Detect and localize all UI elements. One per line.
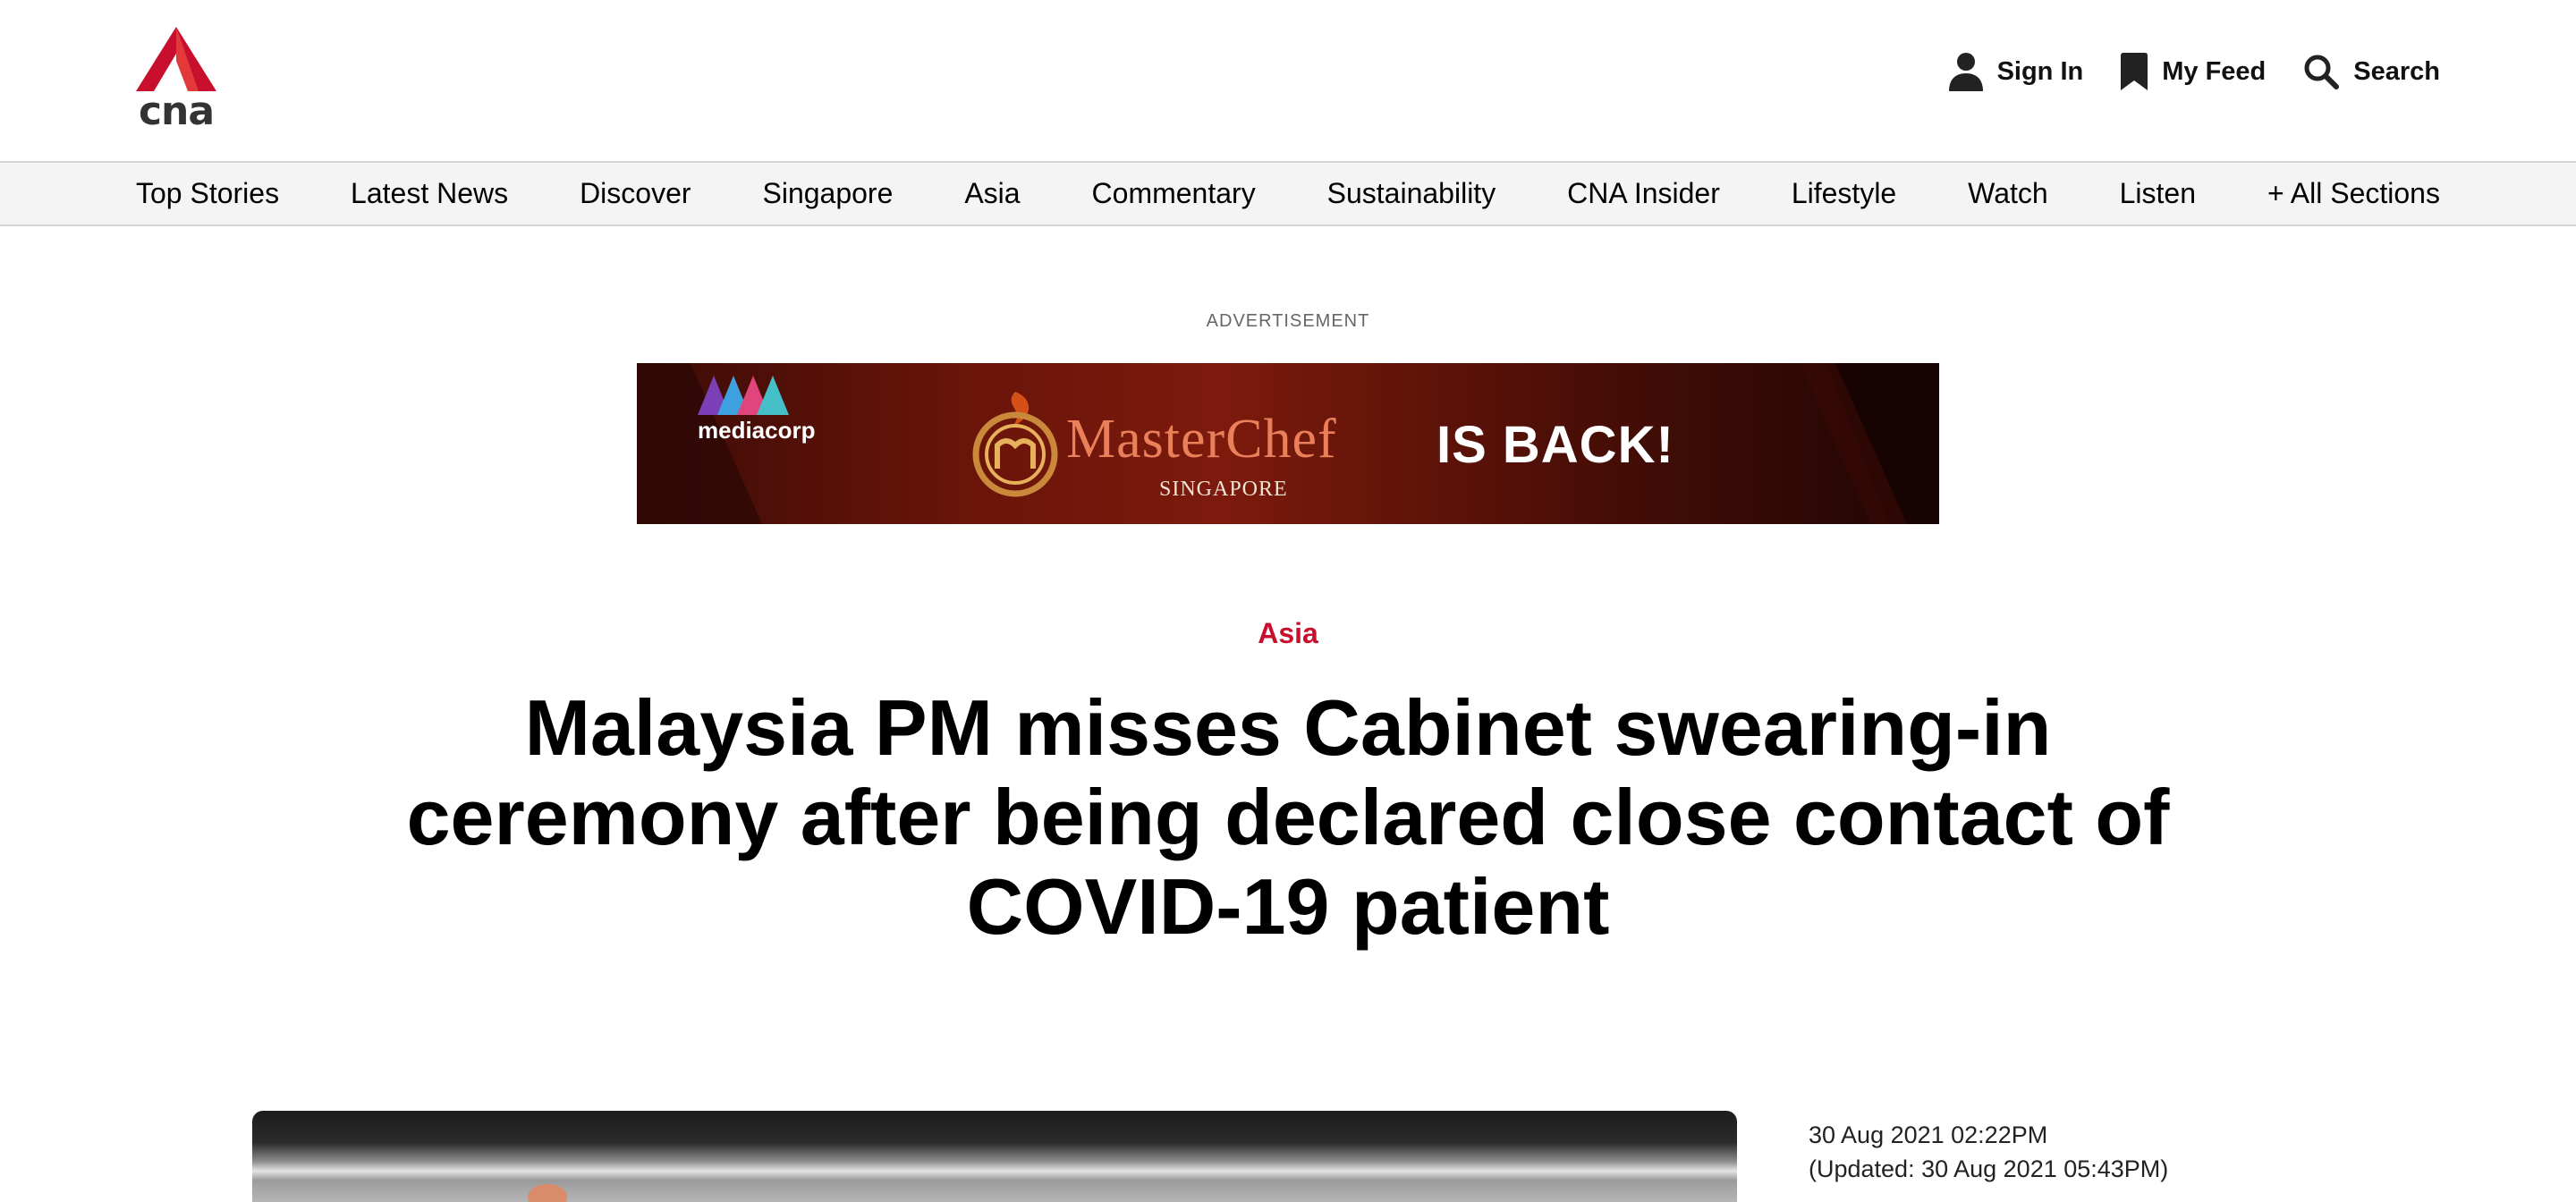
article-hero-image (252, 1111, 1737, 1202)
mediacorp-logo-icon (698, 376, 789, 415)
ad-subtitle: SINGAPORE (1159, 478, 1288, 501)
sign-in-label: Sign In (1996, 56, 2084, 86)
logo-wordmark: cna (138, 89, 215, 134)
sign-in-button[interactable]: Sign In (1948, 52, 2084, 91)
article-headline: Malaysia PM misses Cabinet swearing-in c… (406, 683, 2170, 951)
search-button[interactable]: Search (2303, 54, 2440, 89)
nav-list: Top Stories Latest News Discover Singapo… (136, 163, 2440, 224)
main-nav: Top Stories Latest News Discover Singapo… (0, 161, 2576, 226)
nav-item-all-sections[interactable]: + All Sections (2267, 177, 2440, 210)
search-icon (2304, 55, 2340, 89)
article-dates: 30 Aug 2021 02:22PM (Updated: 30 Aug 202… (1809, 1118, 2168, 1186)
ad-tagline: IS BACK! (1436, 416, 1674, 474)
ad-banner[interactable]: mediacorp MasterChef SINGAPORE IS BACK! (637, 363, 1939, 524)
nav-item-asia[interactable]: Asia (964, 177, 1020, 210)
my-feed-label: My Feed (2162, 56, 2267, 86)
nav-item-listen[interactable]: Listen (2120, 177, 2196, 210)
nav-item-sustainability[interactable]: Sustainability (1327, 177, 1496, 210)
nav-item-top-stories[interactable]: Top Stories (136, 177, 279, 210)
updated-date: (Updated: 30 Aug 2021 05:43PM) (1809, 1155, 2169, 1182)
header-actions: Sign In My Feed Search (1948, 47, 2440, 97)
nav-item-cna-insider[interactable]: CNA Insider (1567, 177, 1720, 210)
my-feed-button[interactable]: My Feed (2121, 53, 2266, 90)
nav-item-latest-news[interactable]: Latest News (351, 177, 508, 210)
masterchef-emblem-icon (972, 392, 1058, 497)
search-label: Search (2353, 56, 2440, 86)
nav-item-commentary[interactable]: Commentary (1092, 177, 1256, 210)
article-category-link[interactable]: Asia (0, 617, 2576, 650)
nav-item-watch[interactable]: Watch (1968, 177, 2048, 210)
bookmark-icon (2121, 53, 2148, 90)
advertisement-label: ADVERTISEMENT (1206, 311, 1370, 331)
site-header: cna Sign In My Feed Search (0, 0, 2576, 161)
sponsor-name: mediacorp (698, 417, 816, 444)
ad-title: MasterChef (1066, 409, 1337, 470)
published-date: 30 Aug 2021 02:22PM (1809, 1122, 2048, 1148)
nav-item-lifestyle[interactable]: Lifestyle (1792, 177, 1896, 210)
user-icon (1948, 53, 1983, 91)
cna-logo-icon (136, 27, 216, 91)
hero-image-detail (528, 1184, 567, 1202)
nav-item-singapore[interactable]: Singapore (762, 177, 893, 210)
nav-item-discover[interactable]: Discover (580, 177, 691, 210)
